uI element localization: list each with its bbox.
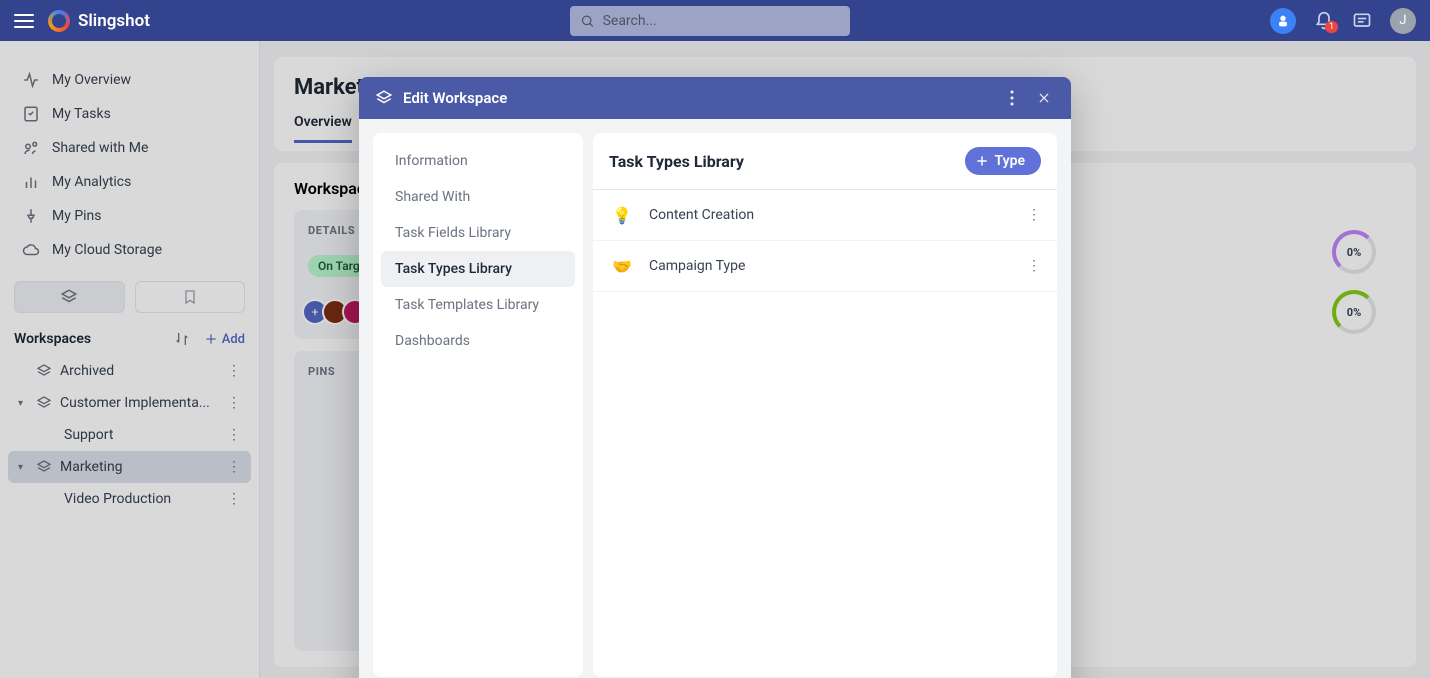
user-avatar[interactable]: J [1390, 8, 1416, 34]
app-header: Slingshot 1 J [0, 0, 1430, 41]
chat-icon [1352, 11, 1372, 31]
menu-toggle-button[interactable] [14, 14, 34, 28]
modal-close-button[interactable] [1033, 87, 1055, 109]
task-type-row[interactable]: 💡 Content Creation ⋮ [593, 190, 1057, 241]
search-input[interactable] [603, 13, 840, 29]
close-icon [1037, 91, 1051, 105]
task-type-icon: 🤝 [609, 253, 635, 279]
brand-name: Slingshot [78, 11, 150, 31]
kebab-icon [1010, 90, 1014, 106]
task-type-menu-button[interactable]: ⋮ [1027, 258, 1041, 274]
task-type-row[interactable]: 🤝 Campaign Type ⋮ [593, 241, 1057, 292]
search-icon [580, 13, 595, 29]
modal-more-button[interactable] [1001, 87, 1023, 109]
notification-badge: 1 [1325, 21, 1338, 33]
modal-side-item[interactable]: Task Types Library [381, 251, 575, 287]
modal-side-item[interactable]: Information [381, 143, 575, 179]
task-type-name: Content Creation [649, 207, 754, 223]
modal-content-title: Task Types Library [609, 152, 744, 171]
modal-side-item[interactable]: Task Templates Library [381, 287, 575, 323]
brand-logo[interactable]: Slingshot [48, 10, 150, 32]
edit-workspace-modal: Edit Workspace InformationShared WithTas… [359, 77, 1071, 678]
add-type-button[interactable]: Type [965, 147, 1041, 175]
task-type-menu-button[interactable]: ⋮ [1027, 207, 1041, 223]
assistant-avatar[interactable] [1270, 8, 1296, 34]
messages-button[interactable] [1352, 11, 1372, 31]
task-type-icon: 💡 [609, 202, 635, 228]
modal-side-item[interactable]: Task Fields Library [381, 215, 575, 251]
layers-icon [375, 89, 393, 107]
notifications-button[interactable]: 1 [1314, 11, 1334, 31]
modal-side-item[interactable]: Shared With [381, 179, 575, 215]
bot-icon [1275, 13, 1291, 29]
type-button-label: Type [995, 153, 1025, 169]
user-initial: J [1399, 13, 1406, 28]
modal-title: Edit Workspace [403, 89, 507, 107]
logo-mark-icon [48, 10, 70, 32]
modal-side-item[interactable]: Dashboards [381, 323, 575, 359]
plus-icon [975, 154, 989, 168]
global-search[interactable] [570, 6, 850, 36]
task-type-name: Campaign Type [649, 258, 745, 274]
